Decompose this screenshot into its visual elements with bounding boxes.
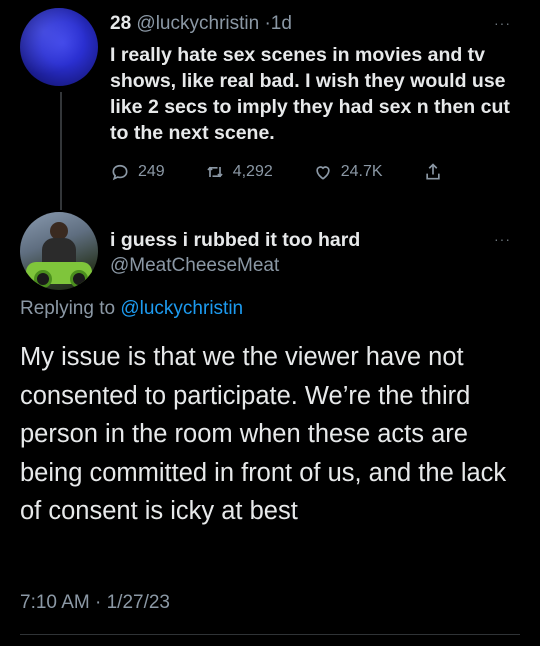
reply-count: 249 [138, 163, 165, 180]
parent-time[interactable]: 1d [271, 13, 292, 34]
more-options-icon[interactable]: ··· [494, 232, 516, 246]
like-action[interactable]: 24.7K [313, 162, 383, 182]
heart-icon [316, 166, 330, 180]
thread-connector-line [60, 92, 62, 210]
reply-handle[interactable]: @MeatCheeseMeat [110, 254, 279, 278]
parent-handle[interactable]: @luckychristin [136, 13, 259, 34]
parent-tweet-text: I really hate sex scenes in movies and t… [110, 44, 510, 144]
retweet-icon [207, 166, 223, 178]
reply-display-name[interactable]: i guess i rubbed it too hard [110, 228, 360, 252]
divider [20, 634, 520, 635]
parent-display-name[interactable]: 28 [110, 13, 131, 34]
parent-tweet-header: 28 @luckychristin ·1d [110, 12, 292, 36]
replying-to-line: Replying to @luckychristin [20, 296, 243, 322]
retweet-action[interactable]: 4,292 [205, 162, 273, 182]
parent-avatar[interactable] [20, 8, 98, 86]
more-options-icon[interactable]: ··· [494, 16, 516, 30]
tweet-timestamp[interactable]: 7:10 AM · 1/27/23 [20, 590, 170, 616]
tweet-thread: 28 @luckychristin ·1d ··· I really hate … [0, 0, 540, 646]
replying-to-link[interactable]: @luckychristin [120, 298, 243, 319]
replying-prefix: Replying to [20, 298, 116, 319]
speech-bubble-icon [112, 164, 128, 181]
share-action[interactable] [423, 162, 451, 182]
share-icon [425, 163, 440, 180]
retweet-count: 4,292 [232, 163, 273, 180]
reply-avatar[interactable] [20, 212, 98, 290]
like-count: 24.7K [340, 163, 383, 180]
reply-action[interactable]: 249 [110, 162, 165, 182]
reply-tweet-text: My issue is that we the viewer have not … [20, 343, 507, 525]
parent-tweet-actions: 249 4,292 24.7K [110, 160, 450, 184]
